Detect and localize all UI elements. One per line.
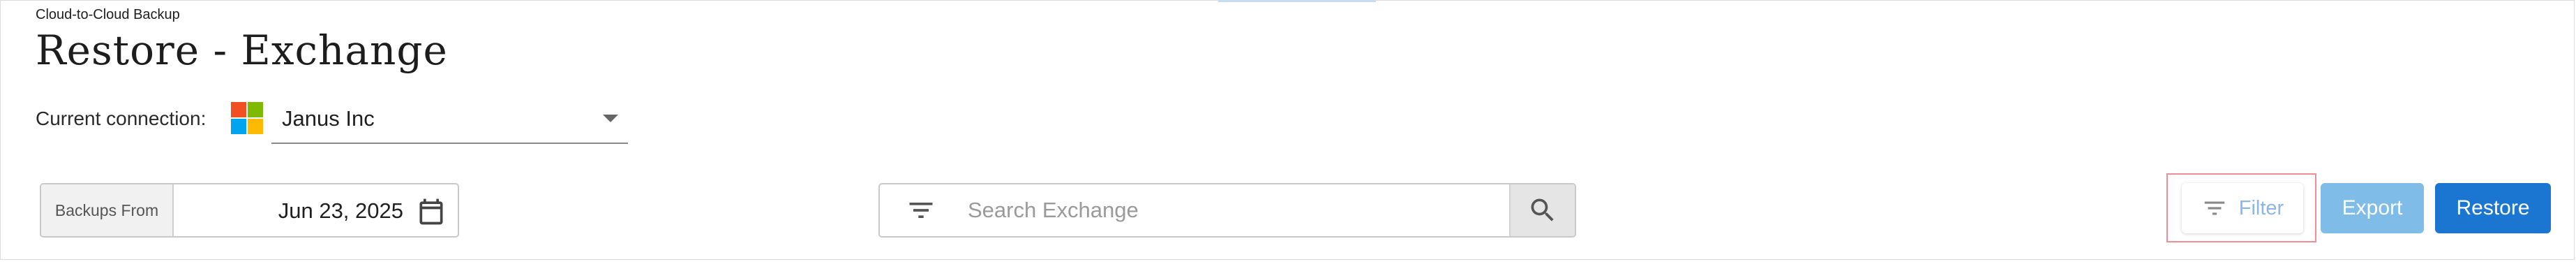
filter-lines-icon — [909, 203, 933, 218]
restore-button[interactable]: Restore — [2435, 183, 2551, 233]
export-button[interactable]: Export — [2321, 183, 2424, 233]
top-accent-bar — [1218, 0, 1376, 2]
search-filter-button[interactable] — [880, 184, 962, 236]
backups-from-date-picker[interactable]: Backups From Jun 23, 2025 — [40, 183, 459, 238]
connection-value: Janus Inc — [282, 106, 375, 131]
calendar-icon[interactable] — [416, 196, 447, 227]
search-bar — [878, 183, 1576, 238]
filter-button-label: Filter — [2238, 196, 2284, 219]
filter-button[interactable]: Filter — [2182, 183, 2303, 233]
connection-label: Current connection: — [36, 108, 207, 129]
page-title: Restore - Exchange — [36, 27, 448, 74]
page-supertitle: Cloud-to-Cloud Backup — [36, 7, 180, 22]
search-button[interactable] — [1509, 184, 1575, 236]
backups-from-label: Backups From — [41, 184, 174, 236]
filter-lines-icon — [2204, 201, 2225, 215]
microsoft-logo-icon — [231, 102, 263, 134]
caret-down-icon — [603, 115, 618, 122]
date-input[interactable]: Jun 23, 2025 — [174, 184, 458, 236]
search-input[interactable] — [962, 184, 1509, 236]
date-value: Jun 23, 2025 — [278, 198, 403, 223]
connection-dropdown[interactable]: Janus Inc — [271, 96, 628, 144]
magnifier-icon — [1531, 198, 1554, 221]
